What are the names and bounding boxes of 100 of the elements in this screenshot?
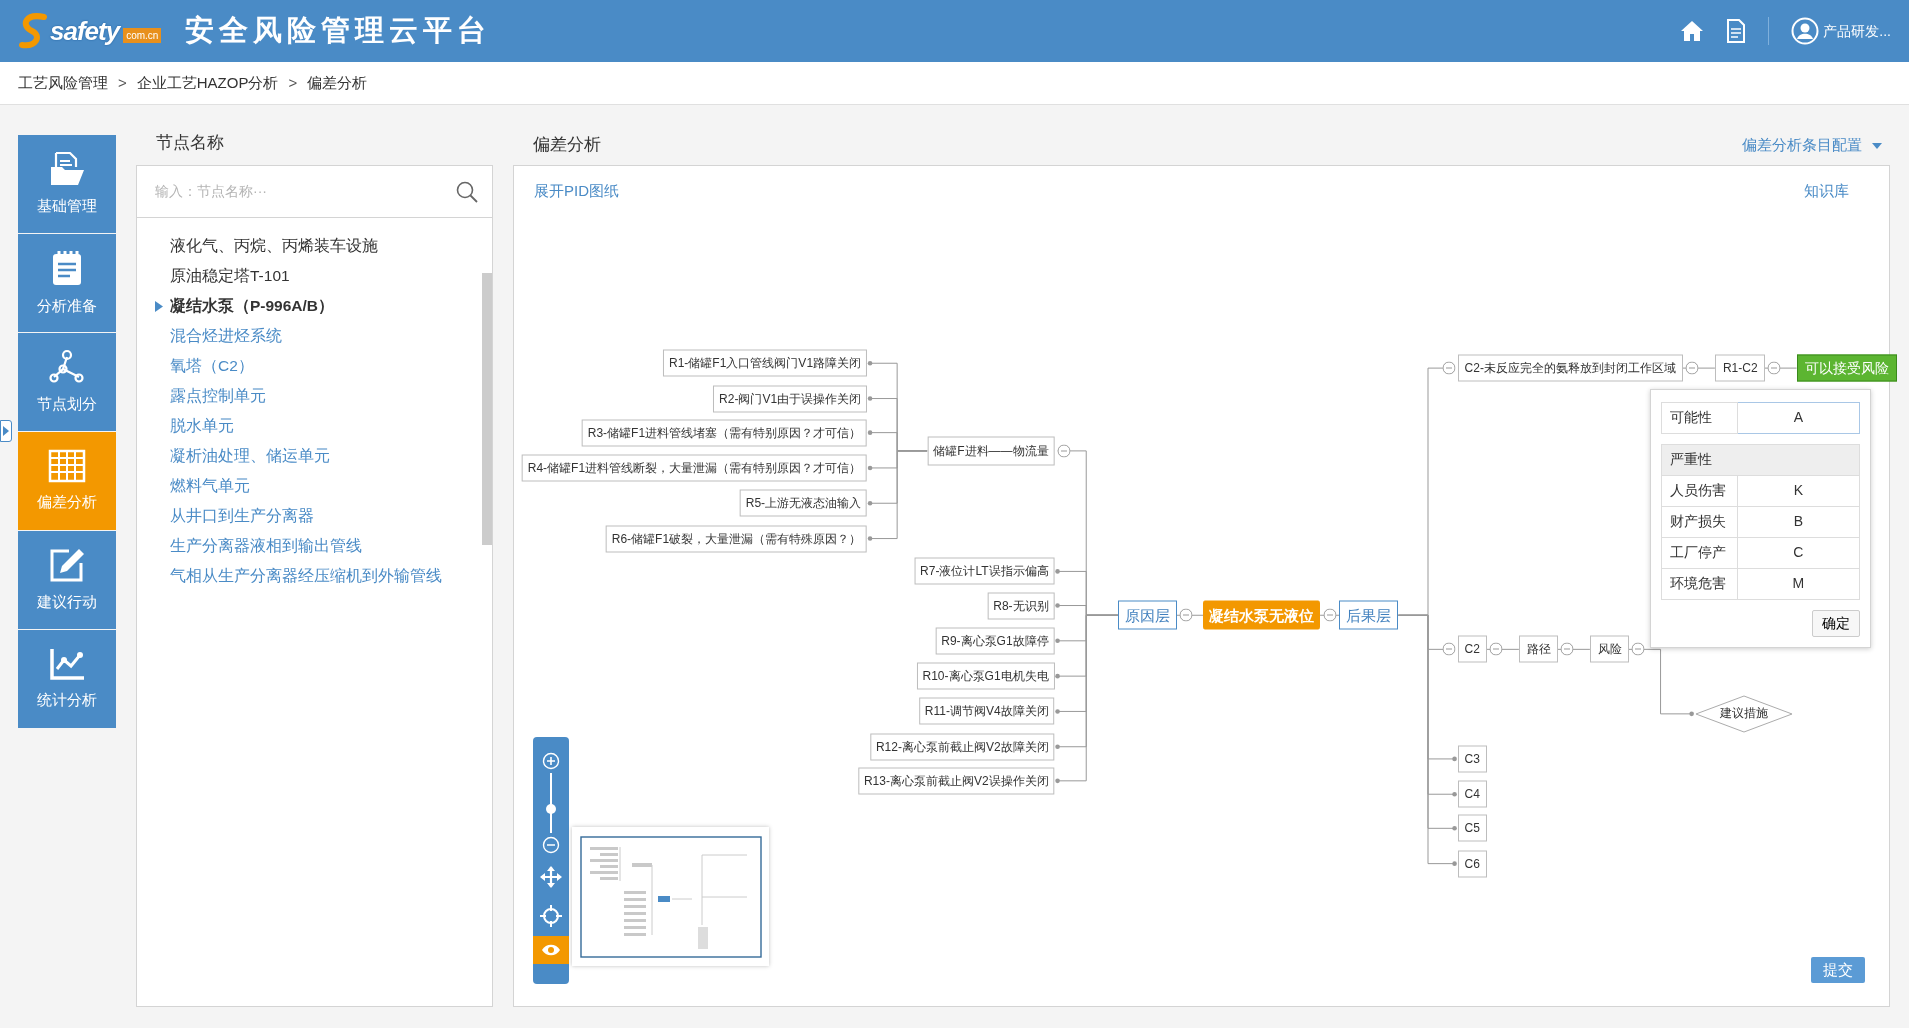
tree-item[interactable]: 混合烃进烃系统 — [137, 321, 282, 351]
breadcrumb-separator: > — [118, 72, 127, 93]
edit-icon — [49, 546, 85, 583]
connector-line — [1319, 614, 1340, 616]
consequence-node[interactable]: C2 — [1457, 635, 1487, 663]
search-field[interactable]: 输入：节点名称··· — [153, 180, 456, 203]
likelihood-field[interactable]: A — [1737, 402, 1860, 434]
collapse-icon[interactable] — [1767, 361, 1781, 375]
cause-node[interactable]: R11-调节阀V4故障关闭 — [918, 697, 1055, 725]
cause-node[interactable]: R5-上游无液态油输入 — [739, 489, 868, 517]
connector-line — [1557, 648, 1591, 650]
collapse-icon[interactable] — [1685, 361, 1699, 375]
table-cell: C — [1737, 537, 1860, 569]
cause-node[interactable]: R3-储罐F1进料管线堵塞（需有特别原因？才可信） — [581, 419, 868, 447]
table-cell: M — [1737, 568, 1860, 600]
table-cell: B — [1737, 506, 1860, 538]
cause-node[interactable]: R9-离心泵G1故障停 — [935, 627, 1055, 655]
cause-node[interactable]: R8-无识别 — [987, 592, 1055, 619]
layer-node[interactable]: 后果层 — [1339, 600, 1399, 630]
cause-node[interactable]: R4-储罐F1进料管线断裂，大量泄漏（需有特别原因？才可信） — [521, 454, 868, 482]
tree-item[interactable]: 凝结水泵（P-996A/B） — [137, 291, 335, 321]
user-avatar-icon[interactable] — [1791, 17, 1820, 45]
nav-item[interactable]: 节点划分 — [18, 333, 116, 431]
breadcrumb-link[interactable]: 偏差分析 — [307, 71, 368, 95]
scrollbar[interactable] — [482, 273, 492, 545]
zoom-out-icon[interactable] — [542, 836, 561, 854]
table-cell: 人员伤害 — [1661, 475, 1738, 507]
consequence-node[interactable]: C4 — [1457, 780, 1487, 808]
app-title: 安全风险管理云平台 — [185, 13, 492, 49]
nav-item[interactable]: 建议行动 — [18, 531, 116, 629]
tree-item[interactable]: 液化气、丙烷、丙烯装车设施 — [137, 231, 378, 261]
chart-icon — [49, 646, 85, 681]
caret-icon — [1872, 143, 1882, 150]
nav-item[interactable]: 基础管理 — [18, 135, 116, 233]
tree-item[interactable]: 燃料气单元 — [137, 471, 250, 501]
collapse-icon[interactable] — [1057, 444, 1071, 458]
collapse-icon[interactable] — [1179, 608, 1193, 622]
grid-icon — [48, 448, 86, 483]
logo-icon — [18, 11, 48, 51]
tree-item[interactable]: 原油稳定塔T-101 — [137, 261, 290, 291]
collapse-icon[interactable] — [1442, 361, 1456, 375]
table-cell: 环境危害 — [1661, 568, 1738, 600]
consequence-node[interactable]: C3 — [1457, 745, 1487, 773]
tree-item[interactable]: 生产分离器液相到输出管线 — [137, 531, 362, 561]
nav-item[interactable]: 统计分析 — [18, 630, 116, 728]
eye-icon — [541, 944, 562, 956]
collapse-icon[interactable] — [1489, 642, 1503, 656]
step-node[interactable]: R1-C2 — [1714, 354, 1765, 382]
document-icon[interactable] — [1726, 19, 1747, 43]
breadcrumb-separator: > — [288, 72, 298, 93]
cause-node[interactable]: R7-液位计LT误指示偏高 — [914, 557, 1055, 585]
measure-node[interactable]: 建议措施 — [1694, 694, 1793, 733]
connector-line — [1486, 648, 1520, 650]
eye-toggle[interactable] — [533, 936, 570, 964]
minimap-drawing[interactable] — [572, 827, 770, 967]
cause-node[interactable]: R6-储罐F1破裂，大量泄漏（需有特殊原因？） — [605, 525, 868, 553]
collapse-icon[interactable] — [1323, 608, 1337, 622]
cause-node[interactable]: R10-离心泵G1电机失电 — [916, 662, 1055, 690]
tree-item[interactable]: 脱水单元 — [137, 411, 234, 441]
connector-line — [1764, 367, 1798, 369]
tree-item[interactable]: 凝析油处理、储运单元 — [137, 441, 330, 471]
collapse-icon[interactable] — [1631, 642, 1645, 656]
consequence-node[interactable]: C2-未反应完全的氨释放到封闭工作区域 — [1457, 354, 1683, 382]
consequence-node[interactable]: C6 — [1457, 850, 1487, 878]
caret-icon — [155, 301, 163, 313]
tree-item[interactable]: 气相从生产分离器经压缩机到外输管线 — [137, 561, 442, 591]
target-icon[interactable] — [540, 905, 563, 927]
collapse-icon[interactable] — [1442, 642, 1456, 656]
user-menu[interactable]: 产品研发... — [1823, 20, 1891, 42]
zoom-in-icon[interactable] — [542, 752, 561, 770]
panel-title: 节点名称 — [155, 132, 225, 154]
consequence-node[interactable]: C5 — [1457, 814, 1487, 842]
table-cell: K — [1737, 475, 1860, 507]
cause-node[interactable]: R2-阀门V1由于误操作关闭 — [713, 385, 868, 413]
step-node[interactable]: 风险 — [1589, 635, 1629, 663]
move-icon[interactable] — [540, 866, 563, 888]
home-icon[interactable] — [1680, 19, 1705, 43]
expand-tab[interactable] — [0, 420, 12, 442]
breadcrumb-link[interactable]: 企业工艺HAZOP分析 — [136, 71, 279, 95]
knowledge-link[interactable]: 知识库 — [1804, 180, 1849, 203]
cause-node[interactable]: R1-储罐F1入口管线阀门V1路障关闭 — [663, 349, 868, 377]
cause-group-node[interactable]: 储罐F进料——物流量 — [927, 436, 1055, 466]
connector-line — [1176, 614, 1204, 616]
arrow-icon — [3, 426, 9, 436]
table-cell: 可能性 — [1661, 402, 1738, 434]
tree-item[interactable]: 露点控制单元 — [137, 381, 266, 411]
cause-node[interactable]: R12-离心泵前截止阀V2故障关闭 — [869, 733, 1055, 761]
breadcrumb-link[interactable]: 工艺风险管理 — [18, 71, 108, 95]
layer-node[interactable]: 原因层 — [1117, 600, 1177, 630]
nav-item[interactable]: 分析准备 — [18, 234, 116, 332]
cause-node[interactable]: R13-离心泵前截止阀V2误操作关闭 — [857, 767, 1055, 795]
collapse-icon[interactable] — [1560, 642, 1574, 656]
search-icon[interactable] — [456, 180, 478, 203]
slider-thumb[interactable] — [546, 804, 557, 814]
pid-link[interactable]: 展开PID图纸 — [534, 180, 619, 203]
confirm-button[interactable]: 确定 — [1811, 609, 1860, 637]
connector-line — [1682, 367, 1716, 369]
tree-item[interactable]: 从井口到生产分离器 — [137, 501, 314, 531]
step-node[interactable]: 路径 — [1518, 635, 1558, 663]
tree-item[interactable]: 氧塔（C2） — [137, 351, 254, 381]
